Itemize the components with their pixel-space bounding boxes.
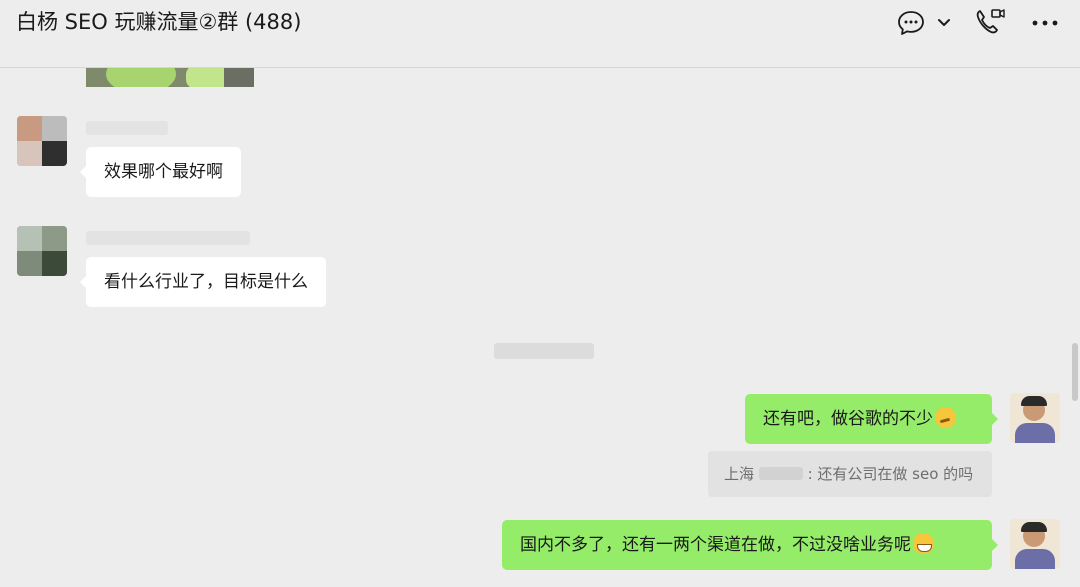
avatar[interactable] xyxy=(1010,393,1060,443)
quote-separator: : xyxy=(807,465,818,483)
message-text: 看什么行业了，目标是什么 xyxy=(104,272,308,292)
grinning-emoji xyxy=(913,533,934,554)
chevron-down-icon[interactable] xyxy=(934,12,954,36)
chat-bubble-icon[interactable] xyxy=(896,8,926,42)
timestamp xyxy=(494,343,594,359)
avatar[interactable] xyxy=(17,116,67,166)
message-text: 还有吧，做谷歌的不少 xyxy=(763,409,933,429)
quoted-message[interactable]: 上海 : 还有公司在做 seo 的吗 xyxy=(708,451,992,497)
message-bubble[interactable]: 国内不多了，还有一两个渠道在做，不过没啥业务呢 xyxy=(502,520,998,570)
sender-name xyxy=(86,121,168,135)
more-icon[interactable] xyxy=(1030,8,1060,42)
message-bubble[interactable]: 效果哪个最好啊 xyxy=(80,147,241,197)
avatar[interactable] xyxy=(1010,519,1060,569)
video-call-icon[interactable] xyxy=(974,6,1006,42)
quote-sender: 上海 xyxy=(724,465,755,483)
message-text: 效果哪个最好啊 xyxy=(104,162,223,182)
thinking-emoji xyxy=(935,407,956,428)
message-bubble[interactable]: 看什么行业了，目标是什么 xyxy=(80,257,326,307)
quote-sender-blur xyxy=(758,467,803,480)
message-bubble[interactable]: 还有吧，做谷歌的不少 xyxy=(745,394,998,444)
scrollbar[interactable] xyxy=(1072,343,1078,401)
chat-header: 白杨 SEO 玩赚流量②群 (488) xyxy=(0,0,1080,68)
message-text: 国内不多了，还有一两个渠道在做，不过没啥业务呢 xyxy=(520,535,911,555)
quote-text: 还有公司在做 seo 的吗 xyxy=(817,465,974,483)
image-message[interactable] xyxy=(86,68,254,87)
avatar[interactable] xyxy=(17,226,67,276)
chat-title: 白杨 SEO 玩赚流量②群 (488) xyxy=(16,10,302,34)
sender-name xyxy=(86,231,250,245)
